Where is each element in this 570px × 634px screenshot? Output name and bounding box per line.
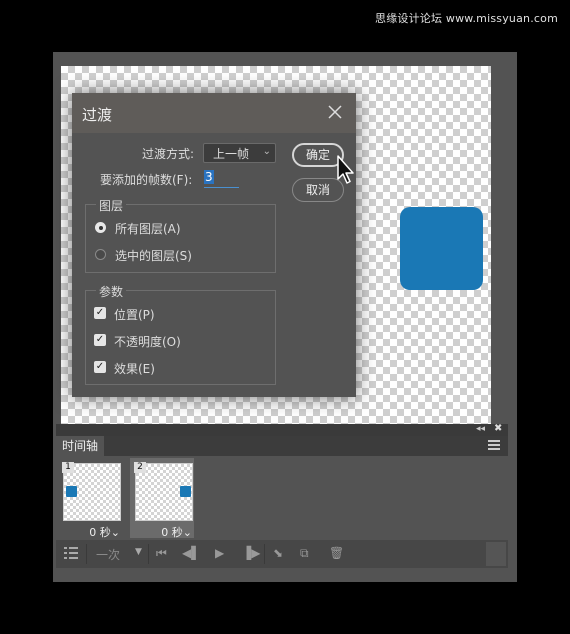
chevron-down-icon: ⌄ [182,526,192,539]
selected-layers-label[interactable]: 选中的图层(S) [115,247,192,264]
all-layers-label[interactable]: 所有图层(A) [115,220,181,237]
frame-2[interactable]: 2 0 秒⌄ [130,458,194,540]
watermark: 思缘设计论坛 www.missyuan.com [375,12,558,25]
close-panel-icon[interactable]: ✖ [494,423,502,434]
tween-with-select[interactable]: 上一帧 ⌄ [203,143,276,163]
panel-menu-icon[interactable] [488,440,500,450]
parameters-group-title: 参数 [96,283,127,300]
blue-square-shape [400,207,483,290]
convert-to-video-timeline-icon[interactable] [64,547,78,559]
timeline-toolbar-end [486,542,506,566]
frame-number: 1 [62,462,74,473]
cursor-arrow-icon [337,155,354,184]
timeline-body [56,456,508,540]
frames-to-add-value: 3 [204,170,214,184]
timeline-panel-topbar [56,424,508,436]
previous-frame-icon[interactable]: ◀▌ [182,546,200,560]
thumbnail-shape [66,486,77,497]
tween-dialog: 过渡 过渡方式: 上一帧 ⌄ 要添加的帧数(F): 3 图层 所有图层(A) 选… [72,93,356,397]
next-frame-icon[interactable]: ▐▶ [242,546,260,560]
frame-number: 2 [134,462,146,473]
close-icon[interactable] [326,103,344,121]
layers-group: 图层 所有图层(A) 选中的图层(S) [85,197,276,273]
delete-frame-icon[interactable]: 🗑 [329,546,344,560]
chevron-down-icon: ⌄ [262,146,271,157]
parameters-group: 参数 ✓ 位置(P) ✓ 不透明度(O) ✓ 效果(E) [85,283,276,385]
layers-group-title: 图层 [96,197,127,214]
toolbar-divider [148,544,149,564]
chevron-down-icon: ⌄ [110,526,120,539]
toolbar-divider [264,544,265,564]
collapse-panel-icon[interactable]: ◂◂ [476,424,485,434]
frame-delay[interactable]: 0 秒⌄ [161,524,192,540]
effects-checkbox[interactable]: ✓ [94,361,106,373]
position-label[interactable]: 位置(P) [114,306,155,323]
play-icon[interactable]: ▶ [215,546,224,560]
all-layers-radio[interactable] [95,222,106,233]
dialog-title: 过渡 [82,106,113,124]
tab-timeline[interactable]: 时间轴 [56,436,104,456]
opacity-checkbox[interactable]: ✓ [94,334,106,346]
effects-label[interactable]: 效果(E) [114,360,155,377]
dropdown-arrow-icon[interactable]: ▼ [135,547,142,557]
frames-to-add-label: 要添加的帧数(F): [100,173,193,187]
timeline-tabbar [56,436,508,456]
dialog-header: 过渡 [72,93,356,133]
frame-delay-value: 0 秒 [89,526,111,539]
loop-options-select[interactable]: 一次 [96,546,120,563]
tween-with-value: 上一帧 [213,147,250,161]
duplicate-frame-icon[interactable]: ⧉ [300,546,309,561]
thumbnail-shape [180,486,191,497]
frame-delay-value: 0 秒 [161,526,183,539]
tween-icon[interactable]: ⬊ [273,546,283,560]
frame-delay[interactable]: 0 秒⌄ [89,524,120,540]
frame-1[interactable]: 1 0 秒⌄ [58,458,122,540]
first-frame-icon[interactable]: ⏮ [156,546,167,561]
tween-with-label: 过渡方式: [142,147,195,161]
opacity-label[interactable]: 不透明度(O) [114,333,181,350]
toolbar-divider [86,544,87,564]
selected-layers-radio[interactable] [95,249,106,260]
position-checkbox[interactable]: ✓ [94,307,106,319]
frames-to-add-input[interactable]: 3 [204,170,239,188]
